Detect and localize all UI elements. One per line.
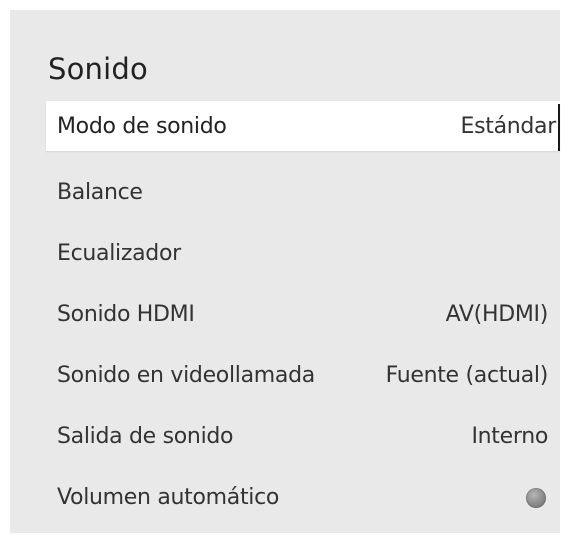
menu-item-value: Fuente (actual) bbox=[385, 363, 549, 388]
menu-item-label: Balance bbox=[57, 180, 143, 205]
menu-item-sound-output[interactable]: Salida de sonido Interno bbox=[46, 406, 560, 467]
menu-item-label: Ecualizador bbox=[57, 241, 181, 266]
menu-item-label: Salida de sonido bbox=[57, 424, 234, 449]
menu-item-label: Modo de sonido bbox=[57, 113, 227, 139]
menu-item-value: Estándar bbox=[460, 113, 556, 139]
sound-settings-panel: Sonido Modo de sonido Estándar Balance E… bbox=[10, 10, 560, 533]
panel-title: Sonido bbox=[48, 52, 148, 86]
menu-item-label: Sonido en videollamada bbox=[57, 363, 315, 388]
menu-item-balance[interactable]: Balance bbox=[46, 162, 560, 223]
menu-item-label: Sonido HDMI bbox=[57, 302, 195, 327]
menu-item-auto-volume[interactable]: Volumen automático bbox=[46, 467, 560, 528]
sound-menu: Modo de sonido Estándar Balance Ecualiza… bbox=[46, 101, 560, 528]
menu-item-value: AV(HDMI) bbox=[445, 302, 549, 327]
menu-item-equalizer[interactable]: Ecualizador bbox=[46, 223, 560, 284]
menu-item-value: Interno bbox=[471, 424, 548, 449]
menu-item-label: Volumen automático bbox=[57, 485, 280, 510]
toggle-off-indicator-icon[interactable] bbox=[526, 487, 546, 508]
menu-item-sound-mode[interactable]: Modo de sonido Estándar bbox=[46, 101, 560, 151]
menu-item-videocall-sound[interactable]: Sonido en videollamada Fuente (actual) bbox=[46, 345, 560, 406]
menu-item-hdmi-sound[interactable]: Sonido HDMI AV(HDMI) bbox=[46, 284, 560, 345]
